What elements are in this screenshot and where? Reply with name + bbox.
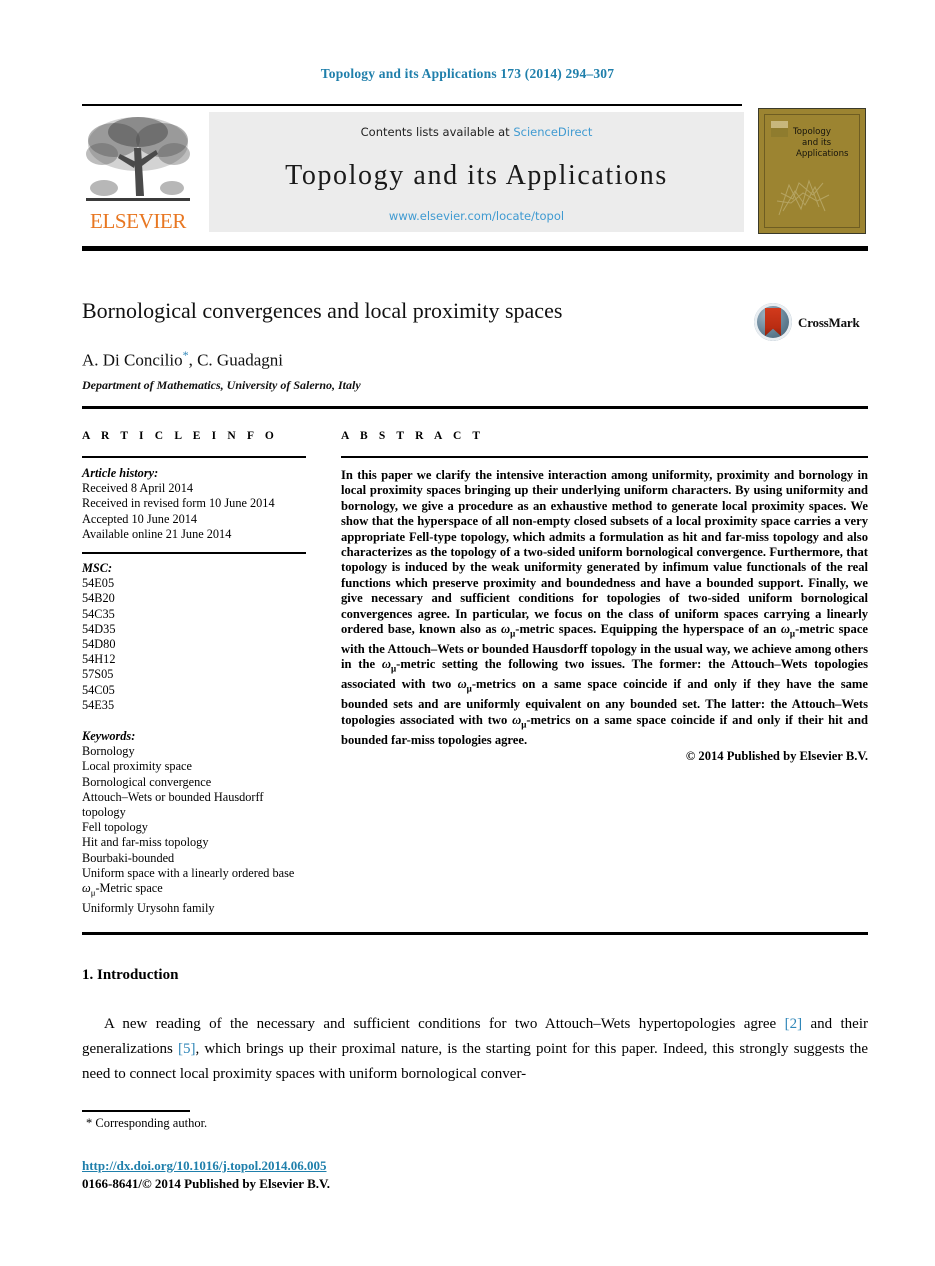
article-info-column: A R T I C L E I N F O Article history: R…: [82, 430, 306, 916]
keyword-item: Bornology: [82, 744, 135, 759]
author-first: A. Di Concilio: [82, 350, 183, 370]
msc-code: 54H12: [82, 652, 116, 667]
elsevier-wordmark: ELSEVIER: [90, 209, 186, 233]
author-affiliation: Department of Mathematics, University of…: [82, 378, 361, 392]
abstract-rule: [341, 456, 868, 458]
crossmark-label: CrossMark: [798, 315, 860, 330]
contents-available-line: Contents lists available at ScienceDirec…: [209, 125, 744, 139]
keyword-item: Bourbaki-bounded: [82, 850, 175, 865]
msc-code: 54C05: [82, 682, 115, 697]
footnote-marker: *: [86, 1116, 93, 1130]
issn-copyright-line: 0166-8641/© 2014 Published by Elsevier B…: [82, 1176, 330, 1191]
sciencedirect-link[interactable]: ScienceDirect: [513, 125, 592, 139]
msc-divider-rule: [82, 552, 306, 555]
contents-prefix: Contents lists available at: [360, 125, 514, 139]
section-heading-introduction: 1. Introduction: [82, 967, 179, 983]
article-info-heading: A R T I C L E I N F O: [82, 430, 278, 442]
msc-code: 54E35: [82, 697, 115, 712]
keyword-item: Hit and far-miss topology: [82, 835, 209, 850]
abstract-text: In this paper we clarify the intensive i…: [341, 468, 868, 747]
intro-part-3: , which brings up their proximal nature,…: [82, 1041, 868, 1082]
page-title: Bornological convergences and local prox…: [82, 298, 563, 323]
keywords-label: Keywords:: [82, 729, 136, 744]
footnote-rule: [82, 1110, 190, 1112]
keyword-item: Fell topology: [82, 820, 148, 835]
affiliation-rule: [82, 406, 868, 409]
corresponding-author-note: * Corresponding author.: [86, 1116, 207, 1131]
msc-code: 54D35: [82, 621, 116, 636]
msc-block: MSC: 54E05 54B20 54C35 54D35 54D80 54H12…: [82, 561, 306, 713]
msc-code: 54E05: [82, 576, 115, 591]
crossmark-circle-icon: [754, 303, 792, 341]
history-item: Received in revised form 10 June 2014: [82, 496, 275, 511]
journal-url-link[interactable]: www.elsevier.com/locate/topol: [209, 209, 744, 223]
msc-code: 57S05: [82, 667, 114, 682]
doi-link[interactable]: http://dx.doi.org/10.1016/j.topol.2014.0…: [82, 1158, 327, 1174]
journal-cover-thumbnail[interactable]: Topology and its Applications: [758, 108, 866, 234]
msc-code: 54B20: [82, 591, 115, 606]
history-item: Available online 21 June 2014: [82, 526, 232, 541]
running-head: Topology and its Applications 173 (2014)…: [320, 66, 615, 81]
abstract-bottom-rule: [82, 932, 868, 935]
keyword-item: Uniform space with a linearly ordered ba…: [82, 865, 295, 880]
masthead-bottom-rule: [82, 246, 868, 251]
cover-title-line-1: Topology: [793, 127, 831, 137]
msc-label: MSC:: [82, 561, 113, 576]
keyword-item: Bornological convergence: [82, 774, 212, 789]
cover-artwork: [776, 179, 830, 216]
article-history-block: Article history: Received 8 April 2014 R…: [82, 466, 306, 542]
intro-part-1: A new reading of the necessary and suffi…: [104, 1016, 785, 1032]
journal-title: Topology and its Applications: [285, 160, 668, 191]
introduction-paragraph: A new reading of the necessary and suffi…: [82, 1012, 868, 1087]
abstract-column: A B S T R A C T In this paper we clarify…: [341, 430, 868, 764]
cover-title-line-3: Applications: [796, 149, 849, 159]
corresponding-author-text: Corresponding author.: [95, 1116, 208, 1130]
history-item: Received 8 April 2014: [82, 481, 193, 496]
article-history-label: Article history:: [82, 466, 159, 480]
keyword-item: Local proximity space: [82, 759, 192, 774]
msc-code: 54C35: [82, 606, 115, 621]
cover-elsevier-icon: [771, 121, 788, 137]
author-list: A. Di Concilio*, C. Guadagni: [82, 348, 722, 371]
citation-link-2[interactable]: [2]: [785, 1016, 803, 1032]
history-item: Accepted 10 June 2014: [82, 511, 198, 526]
cover-title-text: Topology and its Applications: [793, 127, 861, 160]
abstract-heading: A B S T R A C T: [341, 430, 485, 442]
keyword-item: Attouch–Wets or bounded Hausdorff topolo…: [82, 789, 264, 820]
journal-article-page: Topology and its Applications 173 (2014)…: [0, 0, 935, 1266]
article-info-rule: [82, 456, 306, 458]
masthead-center-panel: Contents lists available at ScienceDirec…: [209, 112, 744, 232]
elsevier-logo: ELSEVIER: [82, 110, 194, 234]
journal-masthead: ELSEVIER Contents lists available at Sci…: [82, 106, 868, 234]
elsevier-tree-icon: [86, 117, 190, 201]
cover-title-line-2: and its: [802, 138, 832, 148]
keyword-item: Uniformly Urysohn family: [82, 900, 215, 915]
msc-code: 54D80: [82, 637, 116, 652]
author-rest: , C. Guadagni: [188, 350, 284, 370]
crossmark-bookmark-icon: [765, 308, 781, 336]
crossmark-badge[interactable]: CrossMark: [754, 303, 868, 343]
keyword-item: ωμ-Metric space: [82, 881, 163, 898]
citation-link-5[interactable]: [5]: [178, 1041, 196, 1057]
keywords-block: Keywords: Bornology Local proximity spac…: [82, 729, 306, 916]
abstract-copyright: © 2014 Published by Elsevier B.V.: [685, 748, 868, 763]
